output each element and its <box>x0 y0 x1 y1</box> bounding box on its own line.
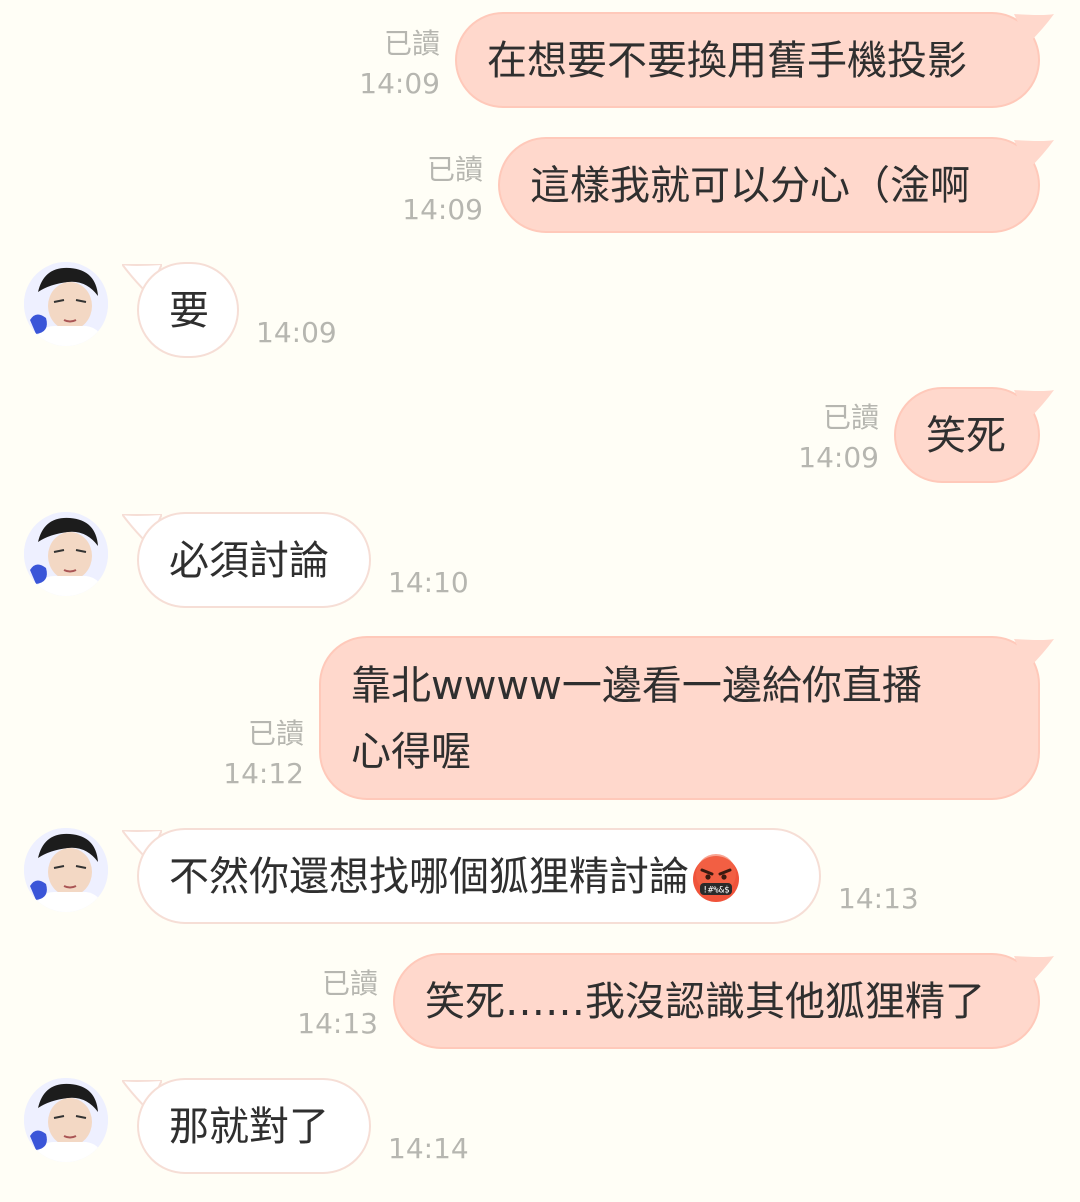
message-time: 14:13 <box>838 882 919 915</box>
bubble-tail <box>1014 140 1054 170</box>
avatar-image <box>24 262 108 346</box>
read-receipt: 已讀 <box>321 967 378 1000</box>
message-meta: 已讀 14:09 <box>340 24 440 104</box>
message-time: 14:12 <box>223 757 304 790</box>
message-time: 14:09 <box>402 193 483 226</box>
message-text: 那就對了 <box>169 1104 329 1150</box>
message-meta: 已讀 14:12 <box>204 714 304 794</box>
avatar-image <box>24 512 108 596</box>
message-text: 在想要不要換用舊手機投影 <box>487 38 967 84</box>
message-text: 這樣我就可以分心（淦啊 <box>530 163 970 209</box>
message-time: 14:13 <box>297 1007 378 1040</box>
message-text: 笑死 <box>926 413 1006 459</box>
read-receipt: 已讀 <box>247 717 304 750</box>
message-text: 要 <box>169 288 209 334</box>
bubble-tail <box>1014 639 1054 669</box>
message-bubble[interactable]: 不然你還想找哪個狐狸精討論 !#%&$ <box>137 828 821 924</box>
message-text: 必須討論 <box>169 538 329 584</box>
angry-cursing-face-icon: !#%&$ <box>693 854 739 902</box>
message-text-line: 靠北wwww一邊看一邊給你直播 <box>351 663 922 709</box>
read-receipt: 已讀 <box>383 27 440 60</box>
message-bubble[interactable]: 那就對了 <box>137 1078 371 1174</box>
avatar[interactable] <box>24 512 108 596</box>
avatar[interactable] <box>24 828 108 912</box>
message-text-line: 心得喔 <box>351 729 471 775</box>
message-bubble[interactable]: 在想要不要換用舊手機投影 <box>455 12 1040 108</box>
message-time: 14:14 <box>388 1132 469 1165</box>
avatar[interactable] <box>24 262 108 346</box>
message-bubble[interactable]: 靠北wwww一邊看一邊給你直播 心得喔 <box>319 636 1040 800</box>
message-text: 不然你還想找哪個狐狸精討論 <box>169 854 689 900</box>
message-bubble[interactable]: 必須討論 <box>137 512 371 608</box>
avatar[interactable] <box>24 1078 108 1162</box>
message-time: 14:10 <box>388 566 469 599</box>
bubble-tail <box>1014 14 1054 44</box>
message-meta: 已讀 14:09 <box>779 398 879 478</box>
message-meta: 已讀 14:09 <box>383 150 483 230</box>
bubble-tail <box>1014 956 1054 986</box>
message-meta: 已讀 14:13 <box>278 964 378 1044</box>
avatar-image <box>24 828 108 912</box>
svg-text:!#%&$: !#%&$ <box>702 886 729 896</box>
message-time: 14:09 <box>359 67 440 100</box>
avatar-image <box>24 1078 108 1162</box>
message-time: 14:09 <box>798 441 879 474</box>
message-time: 14:09 <box>256 316 337 349</box>
message-bubble[interactable]: 笑死……我沒認識其他狐狸精了 <box>393 953 1040 1049</box>
message-bubble[interactable]: 要 <box>137 262 239 358</box>
message-text: 笑死……我沒認識其他狐狸精了 <box>425 979 985 1025</box>
read-receipt: 已讀 <box>426 153 483 186</box>
read-receipt: 已讀 <box>822 401 879 434</box>
bubble-tail <box>1014 390 1054 420</box>
message-bubble[interactable]: 這樣我就可以分心（淦啊 <box>498 137 1040 233</box>
